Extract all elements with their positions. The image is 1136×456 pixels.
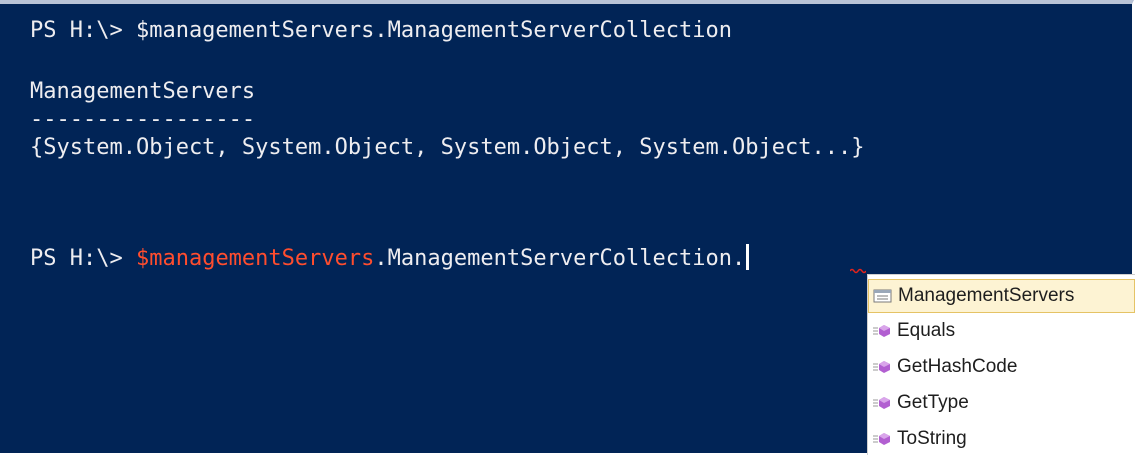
output-separator: ----------------- [30,107,256,132]
completion-item-label: GetHashCode [897,356,1018,377]
completion-item-label: Equals [897,320,956,341]
completion-item-gethashcode[interactable]: GetHashCode [868,350,1135,384]
member-access-token: .ManagementServerCollection. [374,246,746,271]
text-cursor [746,244,750,270]
error-squiggle [850,268,866,274]
intellisense-dropdown[interactable]: ManagementServers Equals GetHashCode Get… [867,274,1135,455]
variable-token: $managementServers [135,246,375,271]
completion-item-label: ManagementServers [898,285,1075,306]
output-header: ManagementServers [30,79,256,104]
property-icon [873,288,893,304]
completion-item-managementservers[interactable]: ManagementServers [868,279,1135,313]
output-result: {System.Object, System.Object, System.Ob… [30,135,865,160]
current-command-line[interactable]: PS H:\> $managementServers.ManagementSer… [30,244,750,274]
completion-item-gettype[interactable]: GetType [868,386,1135,420]
command-line-1: PS H:\> $managementServers.ManagementSer… [30,18,732,43]
method-icon [872,323,892,339]
method-icon [872,431,892,447]
method-icon [872,395,892,411]
completion-item-label: GetType [897,392,969,413]
completion-item-tostring[interactable]: ToString [868,422,1135,456]
prompt: PS H:\> [30,246,136,271]
completion-item-label: ToString [897,428,967,449]
completion-item-equals[interactable]: Equals [868,314,1135,348]
method-icon [872,359,892,375]
